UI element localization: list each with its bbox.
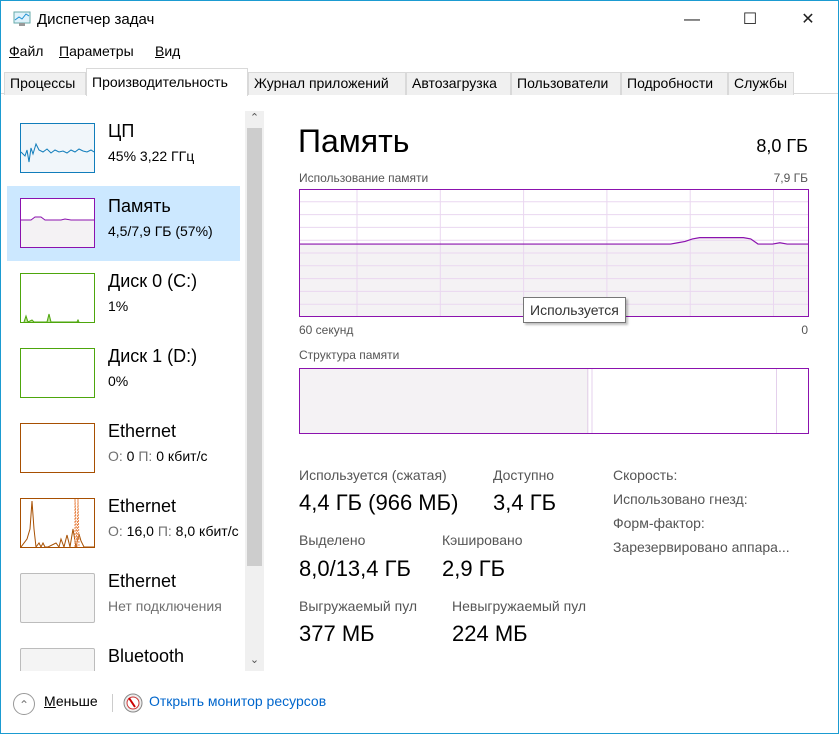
- structure-in-use: [299, 368, 589, 434]
- bluetooth-thumbnail: [20, 648, 95, 671]
- sidebar-item-disk-1[interactable]: Диск 1 (D:) 0%: [7, 336, 240, 411]
- ethernet1-thumbnail: [20, 423, 95, 473]
- nonpaged-pool-label: Невыгружаемый пул: [452, 598, 587, 614]
- maximize-button[interactable]: ☐: [727, 7, 773, 33]
- cached-value: 2,9 ГБ: [442, 556, 506, 581]
- page-title: Память: [298, 123, 410, 159]
- available-label: Доступно: [493, 467, 555, 483]
- in-use-value: 4,4 ГБ (966 МБ): [299, 490, 459, 515]
- resource-list: ЦП 45% 3,22 ГГц Память 4,5/7,9 ГБ (57%) …: [7, 111, 243, 671]
- available-value: 3,4 ГБ: [493, 490, 557, 515]
- scrollbar-thumb[interactable]: [247, 128, 262, 566]
- time-right-label: 0: [801, 323, 808, 337]
- resource-monitor-icon: [123, 693, 143, 713]
- close-button[interactable]: ✕: [785, 7, 831, 33]
- total-memory: 8,0 ГБ: [756, 136, 808, 156]
- sidebar-item-ethernet-3[interactable]: Ethernet Нет подключения: [7, 561, 240, 636]
- sidebar-item-cpu[interactable]: ЦП 45% 3,22 ГГц: [7, 111, 240, 186]
- cached-label: Кэшировано: [442, 532, 523, 548]
- time-left-label: 60 секунд: [299, 323, 354, 337]
- tab-processes[interactable]: Процессы: [4, 72, 86, 95]
- paged-pool-label: Выгружаемый пул: [299, 598, 418, 614]
- hardware-reserved-label: Зарезервировано аппара...: [613, 539, 790, 555]
- sidebar-item-ethernet-2[interactable]: Ethernet О: 16,0 П: 8,0 кбит/с: [7, 486, 240, 561]
- nonpaged-pool-value: 224 МБ: [452, 621, 528, 646]
- open-resource-monitor-link[interactable]: Открыть монитор ресурсов: [149, 693, 326, 709]
- tab-details[interactable]: Подробности: [621, 72, 728, 95]
- ethernet3-thumbnail: [20, 573, 95, 623]
- disk1-thumbnail: [20, 348, 95, 398]
- committed-value: 8,0/13,4 ГБ: [299, 556, 411, 581]
- tab-app-history[interactable]: Журнал приложений: [248, 72, 406, 95]
- tab-startup[interactable]: Автозагрузка: [406, 72, 511, 95]
- paged-pool-value: 377 МБ: [299, 621, 375, 646]
- committed-label: Выделено: [299, 532, 366, 548]
- scroll-up-arrow-icon[interactable]: ⌃: [247, 111, 262, 127]
- structure-standby: [592, 368, 777, 434]
- speed-label: Скорость:: [613, 467, 678, 483]
- cpu-thumbnail: [20, 123, 95, 173]
- scroll-down-arrow-icon[interactable]: ⌄: [247, 653, 262, 669]
- disk0-thumbnail: [20, 273, 95, 323]
- structure-modified: [588, 368, 593, 434]
- memory-structure-bar: [299, 368, 809, 434]
- tab-performance[interactable]: Производительность: [86, 68, 248, 96]
- task-manager-window: Диспетчер задач — ☐ ✕ Файл Параметры Вид…: [0, 0, 839, 734]
- sidebar-item-memory[interactable]: Память 4,5/7,9 ГБ (57%): [7, 186, 240, 261]
- tab-services[interactable]: Службы: [728, 72, 794, 95]
- menu-options[interactable]: Параметры: [59, 43, 134, 59]
- fewer-details-button[interactable]: Меньше: [44, 693, 98, 709]
- footer-divider: [112, 694, 113, 712]
- window-title: Диспетчер задач: [37, 11, 155, 28]
- task-manager-icon: [13, 11, 31, 26]
- tab-users[interactable]: Пользователи: [511, 72, 621, 95]
- menu-file[interactable]: Файл: [9, 43, 43, 59]
- sidebar-item-ethernet-1[interactable]: Ethernet О: 0 П: 0 кбит/с: [7, 411, 240, 486]
- minimize-button[interactable]: —: [669, 7, 715, 33]
- chevron-up-icon[interactable]: ⌃: [13, 693, 35, 715]
- structure-label: Структура памяти: [299, 348, 400, 362]
- in-use-label: Используется (сжатая): [299, 467, 447, 483]
- sidebar-item-bluetooth[interactable]: Bluetooth: [7, 636, 240, 671]
- menu-view[interactable]: Вид: [155, 43, 180, 59]
- usage-max: 7,9 ГБ: [773, 171, 808, 185]
- structure-free: [776, 368, 809, 434]
- memory-thumbnail: [20, 198, 95, 248]
- usage-label: Использование памяти: [299, 171, 429, 185]
- sidebar-item-disk-0[interactable]: Диск 0 (C:) 1%: [7, 261, 240, 336]
- form-factor-label: Форм-фактор:: [613, 515, 705, 531]
- chart-tooltip: Используется: [523, 297, 626, 323]
- ethernet2-thumbnail: [20, 498, 95, 549]
- slots-label: Использовано гнезд:: [613, 491, 748, 507]
